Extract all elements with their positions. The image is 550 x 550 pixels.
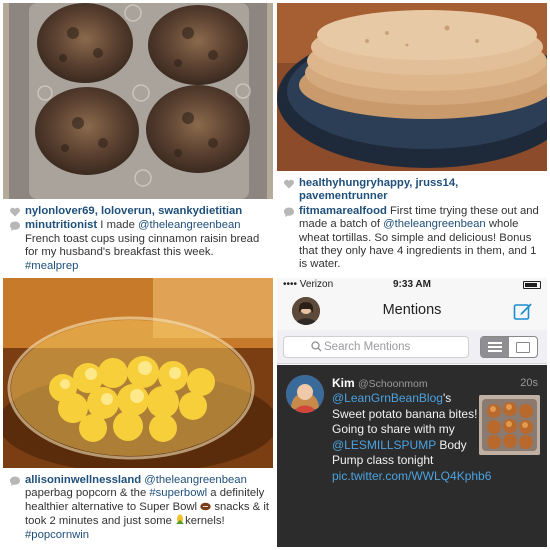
comment-text-a: paperbag popcorn & the: [25, 487, 150, 500]
comment-icon: [284, 207, 294, 217]
comment-username[interactable]: fitmamarealfood: [299, 205, 387, 217]
comment-icon: [10, 221, 20, 232]
list-view-icon[interactable]: [481, 337, 509, 357]
comment-row: allisoninwellnessland @theleangreenbean …: [9, 474, 269, 542]
heart-icon: [10, 207, 20, 217]
tweet-text: @LeanGrnBeanBlog's Sweet potato banana b…: [332, 391, 491, 485]
status-bar: •••• Verizon 9:33 AM: [277, 278, 547, 292]
instagram-post-french-toast: nylonlover69, loloverun, swankydietitian…: [3, 3, 273, 275]
search-row: Search Mentions: [277, 330, 547, 364]
heart-icon: [284, 179, 294, 189]
comment-row: fitmamarealfood First time trying these …: [283, 205, 543, 272]
mention-link[interactable]: @theleangreenbean: [144, 474, 247, 486]
clock: 9:33 AM: [393, 279, 431, 290]
comment-text-a: I made: [97, 219, 138, 232]
search-input[interactable]: Search Mentions: [283, 336, 469, 358]
post-caption: nylonlover69, loloverun, swankydietitian…: [9, 205, 269, 274]
likes-row: nylonlover69, loloverun, swankydietitian: [9, 205, 269, 218]
mention-link[interactable]: @theleangreenbean: [383, 218, 486, 230]
comment-text: fitmamarealfood First time trying these …: [299, 205, 543, 272]
tweet-avatar[interactable]: [286, 375, 324, 413]
likes-row: healthyhungryhappy, jruss14, pavementrun…: [283, 177, 543, 204]
comment-text: minutritionist I made @theleangreenbean …: [25, 219, 269, 273]
tweet-timestamp: 20s: [520, 377, 538, 389]
corn-icon: [176, 514, 185, 525]
post-caption: healthyhungryhappy, jruss14, pavementrun…: [283, 177, 543, 273]
hashtag-popcornwin[interactable]: #popcornwin: [25, 529, 89, 541]
author-name: Kim: [332, 376, 355, 390]
tweet-media-thumbnail[interactable]: [479, 395, 540, 455]
popcorn-photo[interactable]: [3, 278, 273, 468]
instagram-post-popcorn: allisoninwellnessland @theleangreenbean …: [3, 278, 273, 547]
comment-username[interactable]: minutritionist: [25, 219, 97, 231]
mention-link[interactable]: @theleangreenbean: [138, 219, 241, 231]
tweet-mention-2[interactable]: @LESMILLSPUMP: [332, 438, 436, 452]
french-toast-cups-photo[interactable]: [3, 3, 273, 199]
tweet-media-link[interactable]: pic.twitter.com/WWLQ4Kphb6: [332, 469, 491, 483]
instagram-post-tortillas: healthyhungryhappy, jruss14, pavementrun…: [277, 3, 547, 275]
comment-text-d: kernels!: [185, 515, 225, 528]
grid-view-icon[interactable]: [509, 337, 537, 357]
comment-username[interactable]: allisoninwellnessland: [25, 474, 141, 486]
comment-row: minutritionist I made @theleangreenbean …: [9, 219, 269, 273]
football-icon: [200, 502, 211, 511]
author-handle: @Schoonmom: [358, 378, 428, 390]
compose-icon[interactable]: [513, 301, 533, 321]
battery-icon: [523, 281, 541, 289]
nav-bar: Mentions: [277, 292, 547, 330]
tortillas-photo[interactable]: [277, 3, 547, 171]
tweet-item[interactable]: Kim @Schoonmom 20s @LeanGrnBeanBlog's Sw…: [277, 365, 547, 547]
search-placeholder: Search Mentions: [324, 341, 411, 353]
tweet-mention[interactable]: @LeanGrnBeanBlog: [332, 391, 443, 405]
post-caption: allisoninwellnessland @theleangreenbean …: [9, 474, 269, 543]
comment-icon: [10, 476, 20, 486]
comment-text: allisoninwellnessland @theleangreenbean …: [25, 474, 269, 542]
hashtag-link[interactable]: #mealprep: [25, 260, 78, 272]
search-icon: [311, 341, 322, 352]
tweet-author[interactable]: Kim @Schoonmom: [332, 376, 428, 390]
comment-text-b: French toast cups using cinnamon raisin …: [25, 232, 260, 259]
likes-list[interactable]: nylonlover69, loloverun, swankydietitian: [25, 205, 269, 218]
likes-list[interactable]: healthyhungryhappy, jruss14, pavementrun…: [299, 177, 543, 204]
twitter-mentions-screen: •••• Verizon 9:33 AM Mentions Search Men…: [277, 278, 547, 547]
view-toggle: [480, 336, 538, 358]
hashtag-superbowl[interactable]: #superbowl: [149, 487, 207, 499]
page-title: Mentions: [382, 302, 442, 318]
